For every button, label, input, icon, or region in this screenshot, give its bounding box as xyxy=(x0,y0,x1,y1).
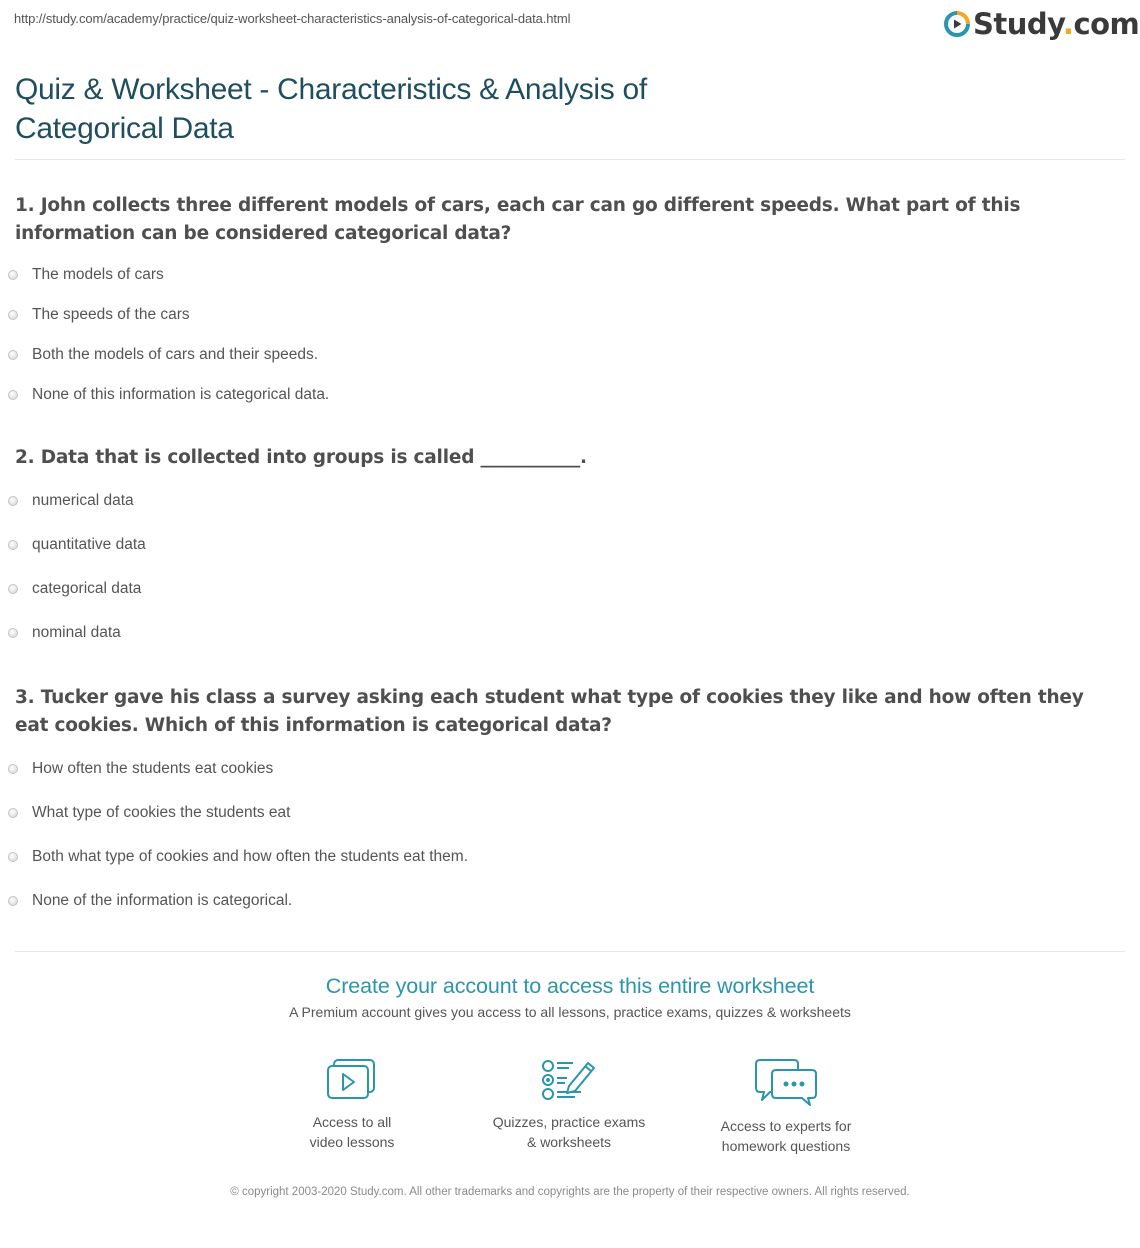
answer-text: nominal data xyxy=(32,624,121,641)
radio-button[interactable] xyxy=(8,628,18,638)
answer-text: None of this information is categorical … xyxy=(32,386,330,403)
feature-label: Access to all video lessons xyxy=(309,1114,395,1150)
radio-button[interactable] xyxy=(8,540,18,550)
radio-button[interactable] xyxy=(8,764,18,774)
question-text: 3. Tucker gave his class a survey asking… xyxy=(15,687,1084,736)
answer-option[interactable]: How often the students eat cookies xyxy=(8,759,273,779)
answer-text: How often the students eat cookies xyxy=(32,760,274,777)
feature-quizzes: Quizzes, practice exams & worksheets xyxy=(469,1058,669,1152)
answer-text: numerical data xyxy=(32,492,134,509)
question-3: 3. Tucker gave his class a survey asking… xyxy=(15,684,1115,740)
cta-subtitle: A Premium account gives you access to al… xyxy=(289,1004,851,1020)
video-lessons-icon xyxy=(327,1059,375,1099)
answer-text: The speeds of the cars xyxy=(32,306,190,323)
logo-text: Study.com xyxy=(973,7,1140,41)
answer-option[interactable]: Both the models of cars and their speeds… xyxy=(8,345,318,365)
chat-bubbles-icon xyxy=(755,1059,817,1106)
radio-button[interactable] xyxy=(8,350,18,360)
question-2: 2. Data that is collected into groups is… xyxy=(15,444,1115,472)
answer-text: None of the information is categorical. xyxy=(32,892,293,909)
answer-option[interactable]: None of the information is categorical. xyxy=(8,891,292,911)
question-text: 2. Data that is collected into groups is… xyxy=(15,447,587,468)
answer-option[interactable]: quantitative data xyxy=(8,535,146,555)
answer-option[interactable]: The speeds of the cars xyxy=(8,305,190,325)
answer-option[interactable]: numerical data xyxy=(8,491,134,511)
question-text: 1. John collects three different models … xyxy=(15,195,1021,244)
feature-experts: Access to experts for homework questions xyxy=(686,1058,886,1156)
answer-option[interactable]: What type of cookies the students eat xyxy=(8,803,290,823)
answer-text: The models of cars xyxy=(32,266,164,283)
feature-label: Access to experts for homework questions xyxy=(720,1118,852,1154)
radio-button[interactable] xyxy=(8,496,18,506)
radio-button[interactable] xyxy=(8,390,18,400)
divider xyxy=(15,159,1125,160)
feature-video-lessons: Access to all video lessons xyxy=(252,1058,452,1152)
create-account-link[interactable]: Create your account to access this entir… xyxy=(0,974,1140,999)
answer-option[interactable]: nominal data xyxy=(8,623,121,643)
answer-option[interactable]: None of this information is categorical … xyxy=(8,385,329,405)
question-1: 1. John collects three different models … xyxy=(15,192,1115,248)
study-logo[interactable]: Study.com xyxy=(944,7,1140,41)
copyright-footer: © copyright 2003-2020 Study.com. All oth… xyxy=(230,1186,910,1198)
feature-label: Quizzes, practice exams & worksheets xyxy=(492,1114,646,1150)
answer-text: What type of cookies the students eat xyxy=(32,804,291,821)
page-title: Quiz & Worksheet - Characteristics & Ana… xyxy=(15,73,647,145)
radio-button[interactable] xyxy=(8,852,18,862)
radio-button[interactable] xyxy=(8,896,18,906)
radio-button[interactable] xyxy=(8,270,18,280)
radio-button[interactable] xyxy=(8,808,18,818)
answer-text: Both the models of cars and their speeds… xyxy=(32,346,319,363)
answer-option[interactable]: The models of cars xyxy=(8,265,164,285)
radio-button[interactable] xyxy=(8,584,18,594)
divider xyxy=(15,951,1125,952)
page-url: http://study.com/academy/practice/quiz-w… xyxy=(14,11,571,26)
answer-text: categorical data xyxy=(32,580,142,597)
quiz-checklist-icon xyxy=(542,1060,595,1100)
answer-option[interactable]: Both what type of cookies and how often … xyxy=(8,847,468,867)
answer-text: quantitative data xyxy=(32,536,146,553)
answer-option[interactable]: categorical data xyxy=(8,579,141,599)
radio-button[interactable] xyxy=(8,310,18,320)
answer-text: Both what type of cookies and how often … xyxy=(32,848,468,865)
play-circle-icon xyxy=(944,11,970,37)
